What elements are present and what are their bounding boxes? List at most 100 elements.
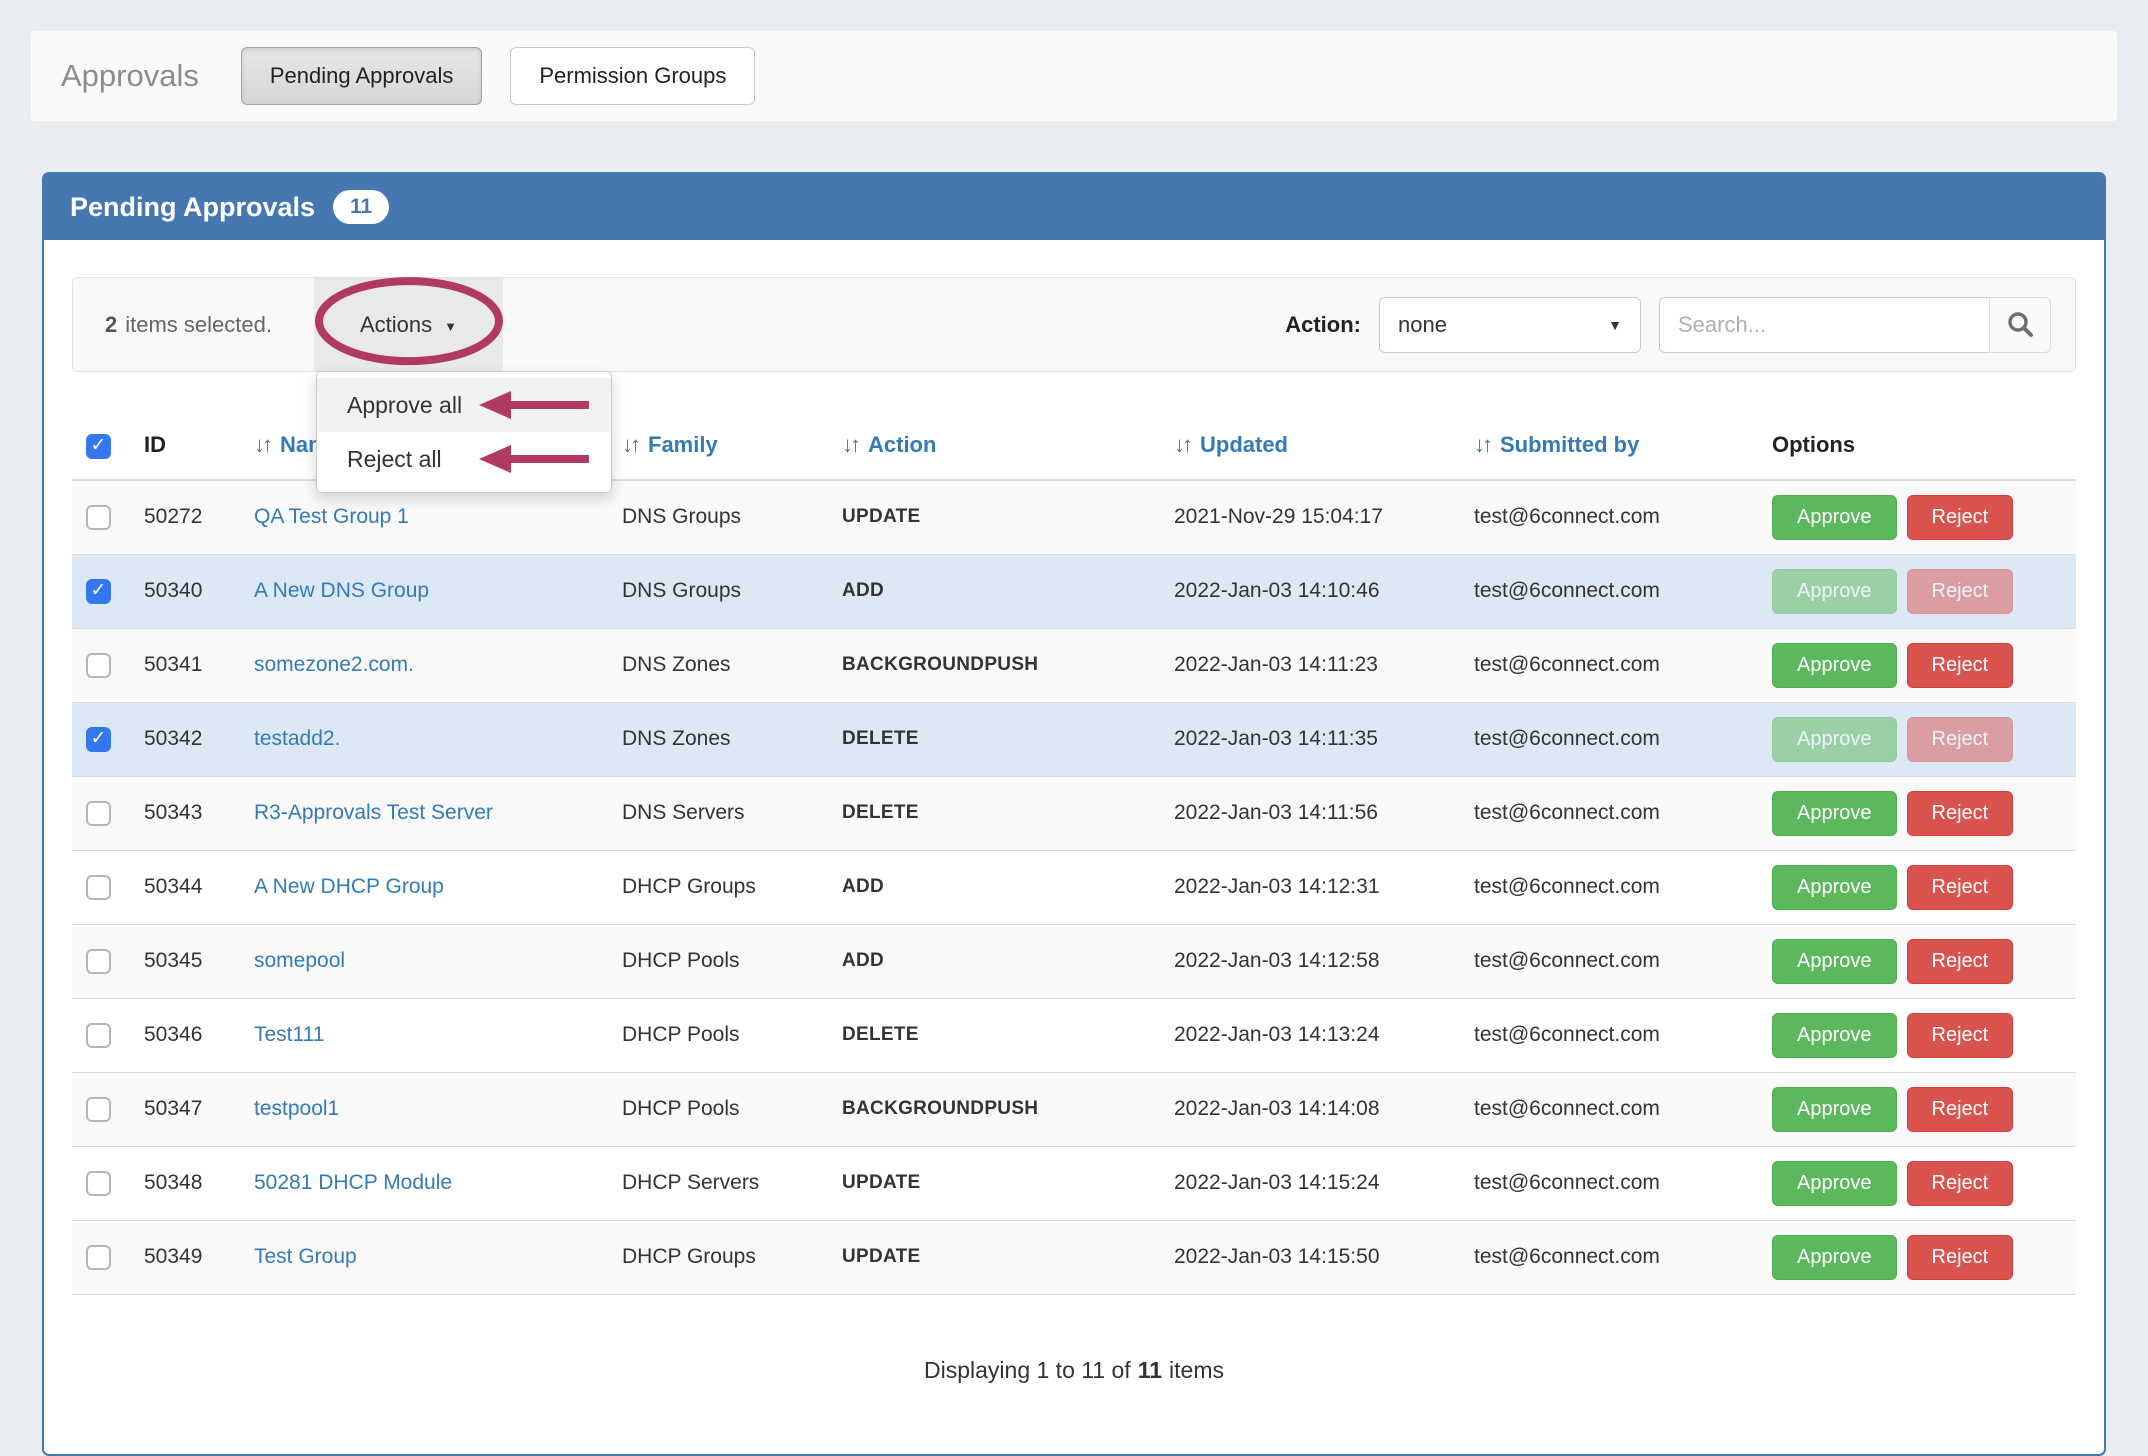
row-checkbox[interactable] bbox=[86, 800, 111, 826]
row-id: 50343 bbox=[134, 776, 244, 851]
row-checkbox[interactable] bbox=[86, 1022, 111, 1048]
row-checkbox[interactable] bbox=[86, 578, 111, 604]
reject-button[interactable]: Reject bbox=[1906, 1160, 2014, 1206]
row-updated: 2022-Jan-03 14:15:24 bbox=[1164, 1146, 1464, 1221]
header-family[interactable]: ↓↑ Family bbox=[612, 418, 832, 481]
row-checkbox[interactable] bbox=[86, 874, 111, 900]
action-select[interactable]: none ▼ bbox=[1379, 296, 1641, 353]
row-checkbox[interactable] bbox=[86, 652, 111, 678]
row-name-link[interactable]: A New DHCP Group bbox=[254, 875, 444, 898]
row-action: UPDATE bbox=[832, 1220, 1164, 1295]
selected-info: 2 items selected. bbox=[105, 312, 272, 338]
row-family: DHCP Groups bbox=[612, 1220, 832, 1295]
row-name-link[interactable]: testadd2. bbox=[254, 727, 340, 750]
approve-button[interactable]: Approve bbox=[1772, 1160, 1897, 1206]
row-checkbox[interactable] bbox=[86, 1096, 111, 1122]
row-checkbox[interactable] bbox=[86, 1170, 111, 1196]
approve-button[interactable]: Approve bbox=[1772, 642, 1897, 688]
reject-button: Reject bbox=[1906, 568, 2014, 614]
row-name-link[interactable]: somezone2.com. bbox=[254, 653, 414, 676]
approve-button[interactable]: Approve bbox=[1772, 1012, 1897, 1058]
header-id: ID bbox=[134, 418, 244, 481]
row-submitted-by: test@6connect.com bbox=[1464, 1220, 1762, 1295]
tab-permission-groups[interactable]: Permission Groups bbox=[510, 47, 756, 105]
row-submitted-by: test@6connect.com bbox=[1464, 850, 1762, 925]
table-row[interactable]: 50340 A New DNS Group DNS Groups ADD 202… bbox=[72, 554, 2076, 629]
row-family: DHCP Pools bbox=[612, 998, 832, 1073]
reject-button[interactable]: Reject bbox=[1906, 1234, 2014, 1280]
row-name-link[interactable]: Test111 bbox=[254, 1023, 324, 1046]
row-name-link[interactable]: A New DNS Group bbox=[254, 579, 429, 602]
row-updated: 2022-Jan-03 14:11:56 bbox=[1164, 776, 1464, 851]
reject-button[interactable]: Reject bbox=[1906, 1012, 2014, 1058]
row-checkbox[interactable] bbox=[86, 1244, 111, 1270]
row-family: DNS Zones bbox=[612, 628, 832, 703]
row-name-link[interactable]: R3-Approvals Test Server bbox=[254, 801, 493, 824]
reject-button[interactable]: Reject bbox=[1906, 864, 2014, 910]
row-name-link[interactable]: 50281 DHCP Module bbox=[254, 1171, 452, 1194]
row-id: 50347 bbox=[134, 1072, 244, 1147]
table-row[interactable]: 50343 R3-Approvals Test Server DNS Serve… bbox=[72, 776, 2076, 851]
table-row[interactable]: 50349 Test Group DHCP Groups UPDATE 2022… bbox=[72, 1220, 2076, 1295]
table-row[interactable]: 50344 A New DHCP Group DHCP Groups ADD 2… bbox=[72, 850, 2076, 925]
reject-button[interactable]: Reject bbox=[1906, 938, 2014, 984]
actions-dropdown-button[interactable]: Actions ▼ Approve all Reject all bbox=[313, 276, 612, 493]
row-submitted-by: test@6connect.com bbox=[1464, 924, 1762, 999]
approve-button[interactable]: Approve bbox=[1772, 864, 1897, 910]
search-button[interactable] bbox=[1989, 296, 2051, 353]
table-row[interactable]: 50347 testpool1 DHCP Pools BACKGROUNDPUS… bbox=[72, 1072, 2076, 1147]
approve-button[interactable]: Approve bbox=[1772, 1086, 1897, 1132]
sort-icon: ↓↑ bbox=[254, 432, 273, 458]
menu-item-reject-all[interactable]: Reject all bbox=[317, 432, 611, 486]
tab-pending-approvals[interactable]: Pending Approvals bbox=[240, 47, 483, 105]
header-updated[interactable]: ↓↑ Updated bbox=[1164, 418, 1464, 481]
approve-button[interactable]: Approve bbox=[1772, 790, 1897, 836]
row-family: DHCP Groups bbox=[612, 850, 832, 925]
reject-button[interactable]: Reject bbox=[1906, 1086, 2014, 1132]
row-checkbox[interactable] bbox=[86, 726, 111, 752]
row-updated: 2022-Jan-03 14:12:58 bbox=[1164, 924, 1464, 999]
pagination-summary: Displaying 1 to 11 of 11 items bbox=[72, 1357, 2076, 1384]
row-submitted-by: test@6connect.com bbox=[1464, 1072, 1762, 1147]
row-id: 50342 bbox=[134, 702, 244, 777]
row-family: DNS Groups bbox=[612, 554, 832, 629]
row-name-link[interactable]: QA Test Group 1 bbox=[254, 505, 409, 528]
row-id: 50349 bbox=[134, 1220, 244, 1295]
table-row[interactable]: 50342 testadd2. DNS Zones DELETE 2022-Ja… bbox=[72, 702, 2076, 777]
pending-approvals-panel: Pending Approvals 11 2 items selected. Ac… bbox=[42, 172, 2106, 1456]
row-family: DHCP Pools bbox=[612, 924, 832, 999]
row-action: ADD bbox=[832, 554, 1164, 629]
table-row[interactable]: 50346 Test111 DHCP Pools DELETE 2022-Jan… bbox=[72, 998, 2076, 1073]
row-submitted-by: test@6connect.com bbox=[1464, 702, 1762, 777]
row-checkbox[interactable] bbox=[86, 504, 111, 530]
row-id: 50340 bbox=[134, 554, 244, 629]
row-action: DELETE bbox=[832, 702, 1164, 777]
row-name-link[interactable]: testpool1 bbox=[254, 1097, 339, 1120]
header-submitted-by[interactable]: ↓↑ Submitted by bbox=[1464, 418, 1762, 481]
pagination-prefix: Displaying 1 to 11 of bbox=[924, 1356, 1131, 1383]
menu-item-label: Reject all bbox=[346, 445, 442, 472]
row-action: UPDATE bbox=[832, 479, 1164, 555]
row-checkbox[interactable] bbox=[86, 948, 111, 974]
row-id: 50272 bbox=[134, 479, 244, 555]
table-row[interactable]: 50341 somezone2.com. DNS Zones BACKGROUN… bbox=[72, 628, 2076, 703]
reject-button[interactable]: Reject bbox=[1906, 642, 2014, 688]
row-name-link[interactable]: somepool bbox=[254, 949, 345, 972]
search-input[interactable] bbox=[1659, 296, 1989, 353]
table-row[interactable]: 50345 somepool DHCP Pools ADD 2022-Jan-0… bbox=[72, 924, 2076, 999]
menu-item-approve-all[interactable]: Approve all bbox=[316, 378, 611, 432]
header-action[interactable]: ↓↑ Action bbox=[832, 418, 1164, 481]
approve-button[interactable]: Approve bbox=[1772, 1234, 1897, 1280]
row-name-link[interactable]: Test Group bbox=[254, 1245, 357, 1268]
table-row[interactable]: 50348 50281 DHCP Module DHCP Servers UPD… bbox=[72, 1146, 2076, 1221]
row-updated: 2021-Nov-29 15:04:17 bbox=[1164, 479, 1464, 555]
row-submitted-by: test@6connect.com bbox=[1464, 628, 1762, 703]
approve-button[interactable]: Approve bbox=[1772, 938, 1897, 984]
row-id: 50348 bbox=[134, 1146, 244, 1221]
page-title: Approvals bbox=[61, 58, 199, 93]
reject-button[interactable]: Reject bbox=[1906, 790, 2014, 836]
reject-button[interactable]: Reject bbox=[1906, 494, 2014, 540]
approve-button[interactable]: Approve bbox=[1772, 494, 1897, 540]
panel-header: Pending Approvals 11 bbox=[44, 174, 2104, 240]
select-all-checkbox[interactable] bbox=[86, 433, 111, 459]
